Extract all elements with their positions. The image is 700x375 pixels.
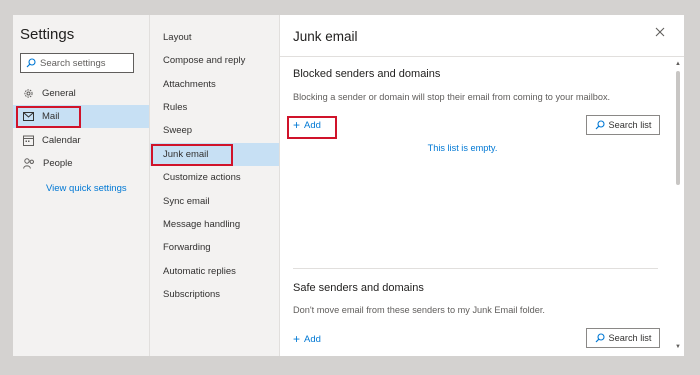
calendar-icon — [23, 135, 34, 146]
view-quick-settings-link[interactable]: View quick settings — [46, 183, 127, 194]
blocked-senders-description: Blocking a sender or domain will stop th… — [293, 92, 611, 102]
settings-categories-pane: Settings Search settings General Mail Ca… — [13, 15, 149, 356]
category-general[interactable]: General — [13, 82, 149, 105]
menu-item-subscriptions[interactable]: Subscriptions — [150, 283, 280, 306]
safe-search-list-label: Search list — [608, 333, 652, 343]
menu-item-forwarding[interactable]: Forwarding — [150, 236, 280, 259]
close-icon[interactable] — [653, 25, 667, 39]
plus-icon: + — [293, 332, 301, 346]
panel-title: Junk email — [293, 29, 358, 44]
junk-email-highlight-box — [151, 144, 233, 166]
category-calendar[interactable]: Calendar — [13, 129, 149, 152]
scroll-down-arrow-icon[interactable]: ▼ — [675, 344, 681, 350]
menu-item-layout[interactable]: Layout — [150, 26, 280, 49]
menu-item-attachments[interactable]: Attachments — [150, 73, 280, 96]
blocked-senders-title: Blocked senders and domains — [293, 68, 441, 80]
gear-icon — [24, 89, 33, 98]
menu-item-message-handling[interactable]: Message handling — [150, 213, 280, 236]
search-icon — [595, 120, 605, 130]
search-icon — [595, 333, 605, 343]
menu-item-sweep[interactable]: Sweep — [150, 119, 280, 142]
safe-senders-title: Safe senders and domains — [293, 282, 424, 294]
empty-list-message: This list is empty. — [427, 143, 498, 153]
add-highlight-box — [287, 116, 337, 139]
menu-item-sync-email[interactable]: Sync email — [150, 190, 280, 213]
settings-window: Settings Search settings General Mail Ca… — [13, 15, 684, 356]
add-safe-sender-label: Add — [304, 333, 321, 345]
category-general-label: General — [42, 88, 76, 99]
category-people-label: People — [43, 158, 73, 169]
blocked-search-list-label: Search list — [608, 120, 652, 130]
category-people[interactable]: People — [13, 152, 149, 175]
section-separator — [293, 268, 658, 269]
menu-item-rules[interactable]: Rules — [150, 96, 280, 119]
safe-senders-description: Don't move email from these senders to m… — [293, 305, 545, 315]
junk-email-panel: Junk email Blocked senders and domains B… — [279, 15, 684, 356]
menu-item-automatic-replies[interactable]: Automatic replies — [150, 260, 280, 283]
mail-highlight-box — [16, 106, 81, 128]
menu-item-customize-actions[interactable]: Customize actions — [150, 166, 280, 189]
settings-title: Settings — [20, 26, 75, 43]
search-settings-input[interactable]: Search settings — [20, 53, 134, 73]
scroll-up-arrow-icon[interactable]: ▲ — [675, 61, 681, 67]
search-settings-placeholder: Search settings — [40, 57, 106, 69]
blocked-search-list-button[interactable]: Search list — [586, 115, 660, 135]
search-icon — [26, 58, 36, 68]
scrollbar-thumb[interactable] — [676, 71, 680, 185]
mail-settings-menu: Layout Compose and reply Attachments Rul… — [149, 15, 280, 356]
category-calendar-label: Calendar — [42, 135, 81, 146]
header-divider — [280, 56, 684, 57]
safe-search-list-button[interactable]: Search list — [586, 328, 660, 348]
people-icon — [23, 158, 35, 169]
add-safe-sender-button[interactable]: + Add — [293, 333, 321, 345]
menu-item-compose-and-reply[interactable]: Compose and reply — [150, 49, 280, 72]
